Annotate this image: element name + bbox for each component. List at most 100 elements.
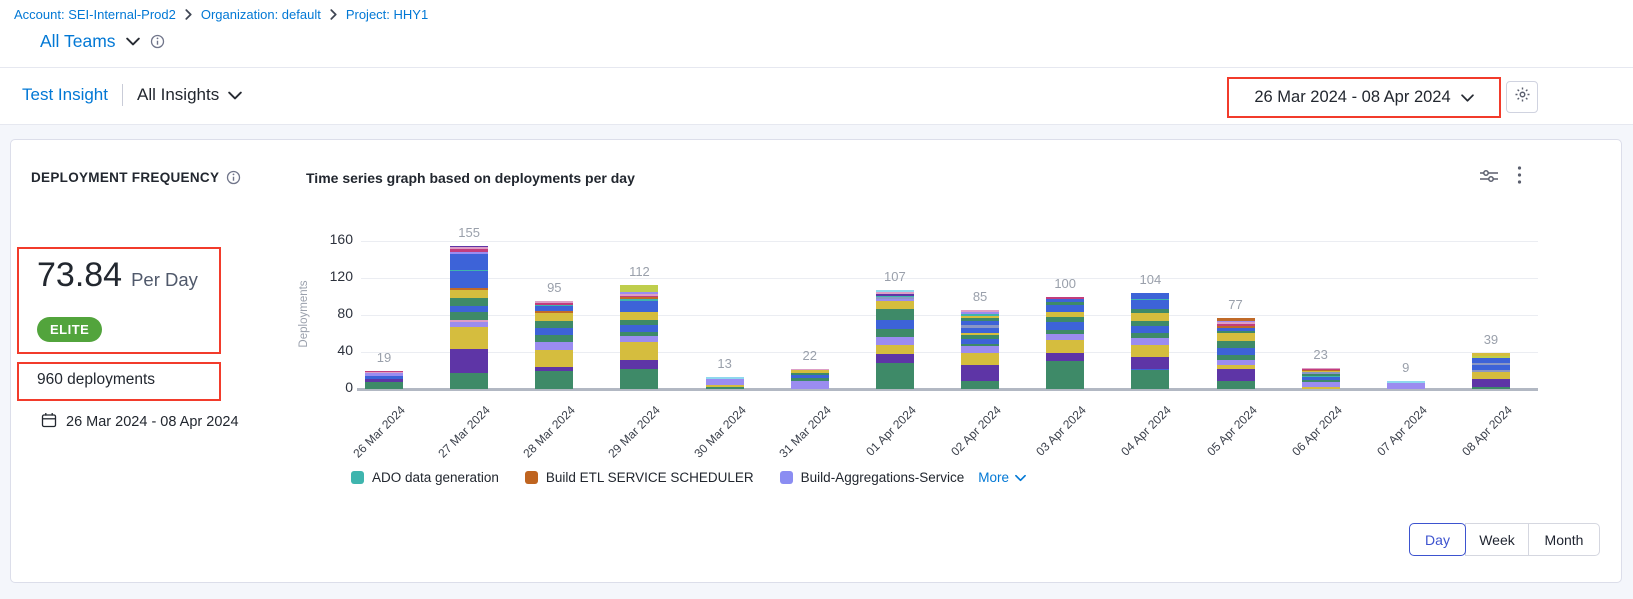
bar-segment xyxy=(1131,370,1169,389)
calendar-icon xyxy=(41,412,57,432)
legend-item[interactable]: Build ETL SERVICE SCHEDULER xyxy=(525,470,754,485)
bar-segment xyxy=(450,290,488,298)
legend-item[interactable]: ADO data generation xyxy=(351,470,499,485)
bar-value-label: 85 xyxy=(950,289,1010,304)
bar-segment xyxy=(450,254,488,270)
breadcrumb-item[interactable]: Account: SEI-Internal-Prod2 xyxy=(14,7,176,22)
total-deployments: 960 deployments xyxy=(37,371,155,389)
y-axis-tick-label: 120 xyxy=(291,268,353,284)
stacked-bar-05-apr-2024[interactable] xyxy=(1217,318,1255,389)
bar-value-label: 13 xyxy=(695,356,755,371)
stacked-bar-27-mar-2024[interactable] xyxy=(450,246,488,389)
bar-value-label: 100 xyxy=(1035,276,1095,291)
bar-segment xyxy=(450,349,488,373)
metric-unit: Per Day xyxy=(131,269,198,291)
bar-segment xyxy=(620,360,658,368)
bar-value-label: 155 xyxy=(439,225,499,240)
bar-segment xyxy=(535,350,573,367)
team-selector-label: All Teams xyxy=(40,31,116,52)
bar-value-label: 107 xyxy=(865,269,925,284)
more-label: More xyxy=(978,470,1009,485)
breadcrumb: Account: SEI-Internal-Prod2 Organization:… xyxy=(14,7,428,22)
bar-segment xyxy=(535,328,573,335)
x-axis-label: 01 Apr 2024 xyxy=(842,403,919,480)
date-range-selector[interactable]: 26 Mar 2024 - 08 Apr 2024 xyxy=(1230,79,1498,116)
bar-value-label: 9 xyxy=(1376,360,1436,375)
chart-plot-area: 1926 Mar 202415527 Mar 20249528 Mar 2024… xyxy=(361,241,1538,389)
legend-more-link[interactable]: More xyxy=(978,470,1026,485)
info-icon[interactable] xyxy=(226,170,241,185)
stacked-bar-03-apr-2024[interactable] xyxy=(1046,297,1084,390)
bar-segment xyxy=(1046,322,1084,329)
stacked-bar-04-apr-2024[interactable] xyxy=(1131,293,1169,389)
chart-legend: ADO data generation Build ETL SERVICE SCH… xyxy=(351,470,1026,485)
breadcrumb-item[interactable]: Project: HHY1 xyxy=(346,7,428,22)
insight-name-link[interactable]: Test Insight xyxy=(22,85,108,105)
x-axis-label: 31 Mar 2024 xyxy=(757,403,834,480)
x-axis-label: 29 Mar 2024 xyxy=(586,403,663,480)
x-axis-baseline xyxy=(357,388,1538,391)
settings-gear-button[interactable] xyxy=(1506,81,1538,113)
bar-segment xyxy=(1217,369,1255,382)
kebab-menu-icon xyxy=(1517,172,1522,189)
stacked-bar-29-mar-2024[interactable] xyxy=(620,285,658,389)
performance-badge: ELITE xyxy=(37,317,102,342)
stacked-bar-31-mar-2024[interactable] xyxy=(791,369,829,389)
info-icon[interactable] xyxy=(150,34,165,49)
bar-segment xyxy=(876,363,914,389)
insight-header: Test Insight All Insights xyxy=(22,84,242,106)
gridline xyxy=(361,278,1538,279)
bar-segment xyxy=(961,381,999,389)
stacked-bar-30-mar-2024[interactable] xyxy=(706,377,744,389)
metric-value: 73.84 xyxy=(37,256,122,295)
stacked-bar-07-apr-2024[interactable] xyxy=(1387,381,1425,389)
stacked-bar-26-mar-2024[interactable] xyxy=(365,371,403,389)
x-axis-label: 28 Mar 2024 xyxy=(501,403,578,480)
bar-segment xyxy=(876,354,914,363)
bar-segment xyxy=(535,371,573,389)
granularity-day-button[interactable]: Day xyxy=(1409,523,1466,556)
bar-value-label: 77 xyxy=(1206,297,1266,312)
insight-scope-label: All Insights xyxy=(137,85,219,105)
bar-segment xyxy=(1472,379,1510,387)
bar-segment xyxy=(450,327,488,349)
chart-title: Time series graph based on deployments p… xyxy=(306,170,635,186)
bar-segment xyxy=(365,382,403,389)
granularity-month-button[interactable]: Month xyxy=(1528,523,1600,556)
y-axis-tick-label: 0 xyxy=(291,379,353,395)
bar-segment xyxy=(1046,353,1084,361)
bar-value-label: 95 xyxy=(524,280,584,295)
widget-date-range: 26 Mar 2024 - 08 Apr 2024 xyxy=(41,412,239,432)
bar-segment xyxy=(961,365,999,381)
insight-scope-dropdown[interactable]: All Insights xyxy=(137,85,242,105)
legend-label: ADO data generation xyxy=(372,470,499,485)
chart-menu-button[interactable] xyxy=(1517,165,1522,190)
gear-icon xyxy=(1514,86,1531,108)
chart-filter-button[interactable] xyxy=(1479,167,1499,190)
team-selector[interactable]: All Teams xyxy=(40,31,165,52)
widget-title-row: DEPLOYMENT FREQUENCY xyxy=(31,170,241,185)
x-axis-label: 26 Mar 2024 xyxy=(331,403,408,480)
metric-row: 73.84 Per Day xyxy=(37,256,198,295)
bar-segment xyxy=(791,381,829,389)
bar-segment xyxy=(1387,383,1425,389)
stacked-bar-01-apr-2024[interactable] xyxy=(876,290,914,389)
stacked-bar-02-apr-2024[interactable] xyxy=(961,310,999,389)
bar-segment xyxy=(1131,300,1169,308)
bar-segment xyxy=(450,298,488,305)
legend-item[interactable]: Build-Aggregations-Service xyxy=(780,470,965,485)
stacked-bar-08-apr-2024[interactable] xyxy=(1472,353,1510,389)
chevron-right-icon xyxy=(330,9,337,20)
granularity-week-button[interactable]: Week xyxy=(1465,523,1529,556)
stacked-bar-28-mar-2024[interactable] xyxy=(535,301,573,389)
bar-segment xyxy=(876,337,914,345)
stacked-bar-06-apr-2024[interactable] xyxy=(1302,368,1340,389)
bar-segment xyxy=(1131,313,1169,320)
deployment-frequency-card: DEPLOYMENT FREQUENCY Time series graph b… xyxy=(10,139,1622,583)
breadcrumb-item[interactable]: Organization: default xyxy=(201,7,321,22)
bar-segment xyxy=(706,387,744,389)
x-axis-label: 07 Apr 2024 xyxy=(1353,403,1430,480)
bar-segment xyxy=(1217,341,1255,348)
bar-segment xyxy=(620,369,658,389)
y-axis-tick-label: 160 xyxy=(291,231,353,247)
